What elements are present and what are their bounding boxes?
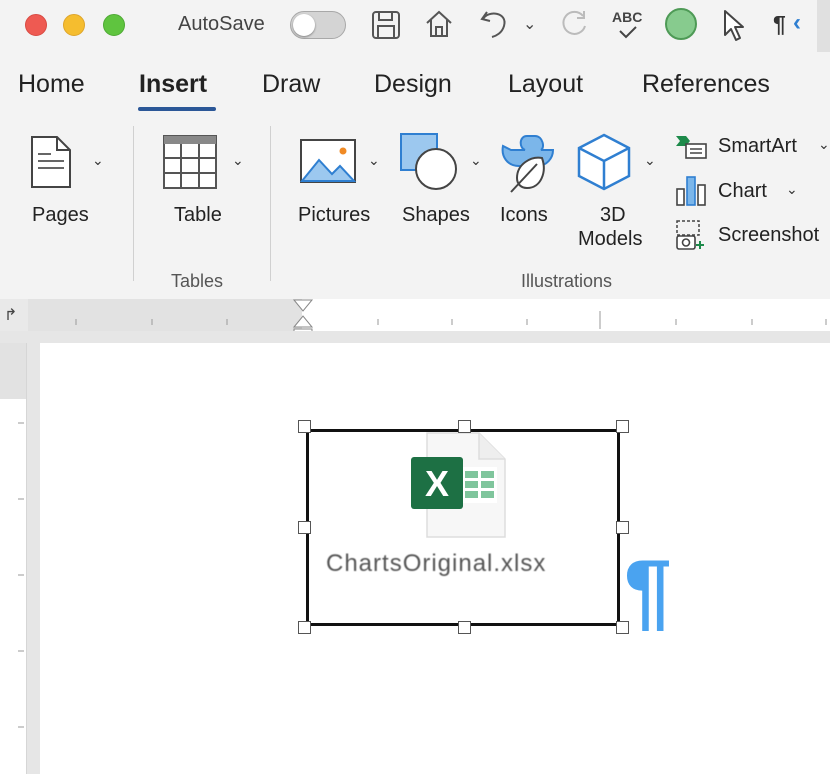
resize-handle-right[interactable] xyxy=(616,521,629,534)
shapes-label: Shapes xyxy=(402,204,470,226)
3d-models-chevron-down-icon: ⌄ xyxy=(644,152,656,168)
shapes-chevron-down-icon: ⌄ xyxy=(470,152,482,168)
resize-handle-top[interactable] xyxy=(458,420,471,433)
pictures-chevron-down-icon: ⌄ xyxy=(368,152,380,168)
table-label: Table xyxy=(174,204,222,226)
pages-button[interactable]: ⌄ Pages xyxy=(16,126,116,241)
tab-home[interactable]: Home xyxy=(18,70,85,99)
home-icon[interactable] xyxy=(423,8,455,40)
close-window-button[interactable] xyxy=(25,14,47,36)
autosave-label: AutoSave xyxy=(178,13,265,35)
tab-stop-selector-icon[interactable]: ↱ xyxy=(4,305,17,325)
save-icon[interactable] xyxy=(370,9,402,41)
table-icon xyxy=(163,135,217,189)
smartart-chevron-down-icon: ⌄ xyxy=(818,136,830,152)
icons-label: Icons xyxy=(500,204,548,226)
resize-handle-bottom[interactable] xyxy=(458,621,471,634)
chart-chevron-down-icon: ⌄ xyxy=(786,181,798,197)
vertical-ruler-ticks xyxy=(18,422,24,728)
illustrations-group-label: Illustrations xyxy=(521,271,613,291)
group-divider xyxy=(270,126,271,281)
smartart-button[interactable]: SmartArt ⌄ xyxy=(672,132,830,162)
pages-chevron-down-icon: ⌄ xyxy=(92,152,104,168)
smartart-label: SmartArt xyxy=(718,135,797,157)
tab-references[interactable]: References xyxy=(642,70,770,99)
tables-group-label: Tables xyxy=(171,271,224,291)
smartart-icon xyxy=(676,136,707,159)
cursor-pointer-icon[interactable] xyxy=(721,8,747,42)
show-formatting-marks-button[interactable]: ¶ xyxy=(773,11,786,38)
screenshot-button[interactable]: Screenshot xyxy=(672,218,830,252)
table-chevron-down-icon: ⌄ xyxy=(232,152,244,168)
tab-insert[interactable]: Insert xyxy=(139,70,207,99)
checkmark-icon[interactable] xyxy=(617,25,639,39)
3d-models-label-line2: Models xyxy=(578,228,643,250)
pages-label: Pages xyxy=(32,204,89,226)
tab-design[interactable]: Design xyxy=(374,70,452,99)
excel-letter: X xyxy=(424,463,449,504)
zoom-window-button[interactable] xyxy=(103,14,125,36)
toggle-knob xyxy=(293,14,315,36)
pictures-label: Pictures xyxy=(298,204,371,226)
resize-handle-bottom-left[interactable] xyxy=(298,621,311,634)
icons-button[interactable]: Icons xyxy=(496,126,560,241)
picture-icon xyxy=(299,139,357,183)
shapes-button[interactable]: ⌄ Shapes xyxy=(398,126,490,241)
ruler-ticks xyxy=(75,311,827,329)
toolbar-overflow-edge xyxy=(817,0,830,52)
undo-dropdown-chevron-icon[interactable]: ⌄ xyxy=(523,14,536,34)
pictures-button[interactable]: ⌄ Pictures xyxy=(296,126,388,241)
paragraph-mark: ¶ xyxy=(624,543,672,639)
chart-label: Chart xyxy=(718,180,767,202)
redo-icon[interactable] xyxy=(558,8,590,40)
chart-button[interactable]: Chart ⌄ xyxy=(672,175,802,207)
resize-handle-left[interactable] xyxy=(298,521,311,534)
overflow-chevron-icon[interactable]: ‹ xyxy=(793,9,801,37)
screenshot-label: Screenshot xyxy=(718,224,820,246)
embedded-file-name: ChartsOriginal.xlsx xyxy=(326,550,547,577)
shapes-icon xyxy=(400,133,457,190)
table-button[interactable]: ⌄ Table xyxy=(156,126,256,241)
page-icon xyxy=(31,136,71,188)
avatar[interactable] xyxy=(665,8,697,40)
tab-draw[interactable]: Draw xyxy=(262,70,320,99)
duck-leaf-icon xyxy=(501,135,555,193)
tab-layout[interactable]: Layout xyxy=(508,70,583,99)
resize-handle-top-left[interactable] xyxy=(298,420,311,433)
3d-models-label-line1: 3D xyxy=(600,204,626,226)
cube-icon xyxy=(577,133,631,191)
undo-icon[interactable] xyxy=(478,6,512,40)
autosave-toggle[interactable] xyxy=(290,11,346,39)
screenshot-camera-icon xyxy=(676,220,704,250)
bar-chart-icon xyxy=(676,176,706,206)
resize-handle-top-right[interactable] xyxy=(616,420,629,433)
active-tab-indicator xyxy=(138,107,216,111)
group-divider xyxy=(133,126,134,281)
3d-models-button[interactable]: ⌄ 3D Models xyxy=(574,126,668,252)
spelling-check-label: ABC xyxy=(612,9,643,25)
minimize-window-button[interactable] xyxy=(63,14,85,36)
